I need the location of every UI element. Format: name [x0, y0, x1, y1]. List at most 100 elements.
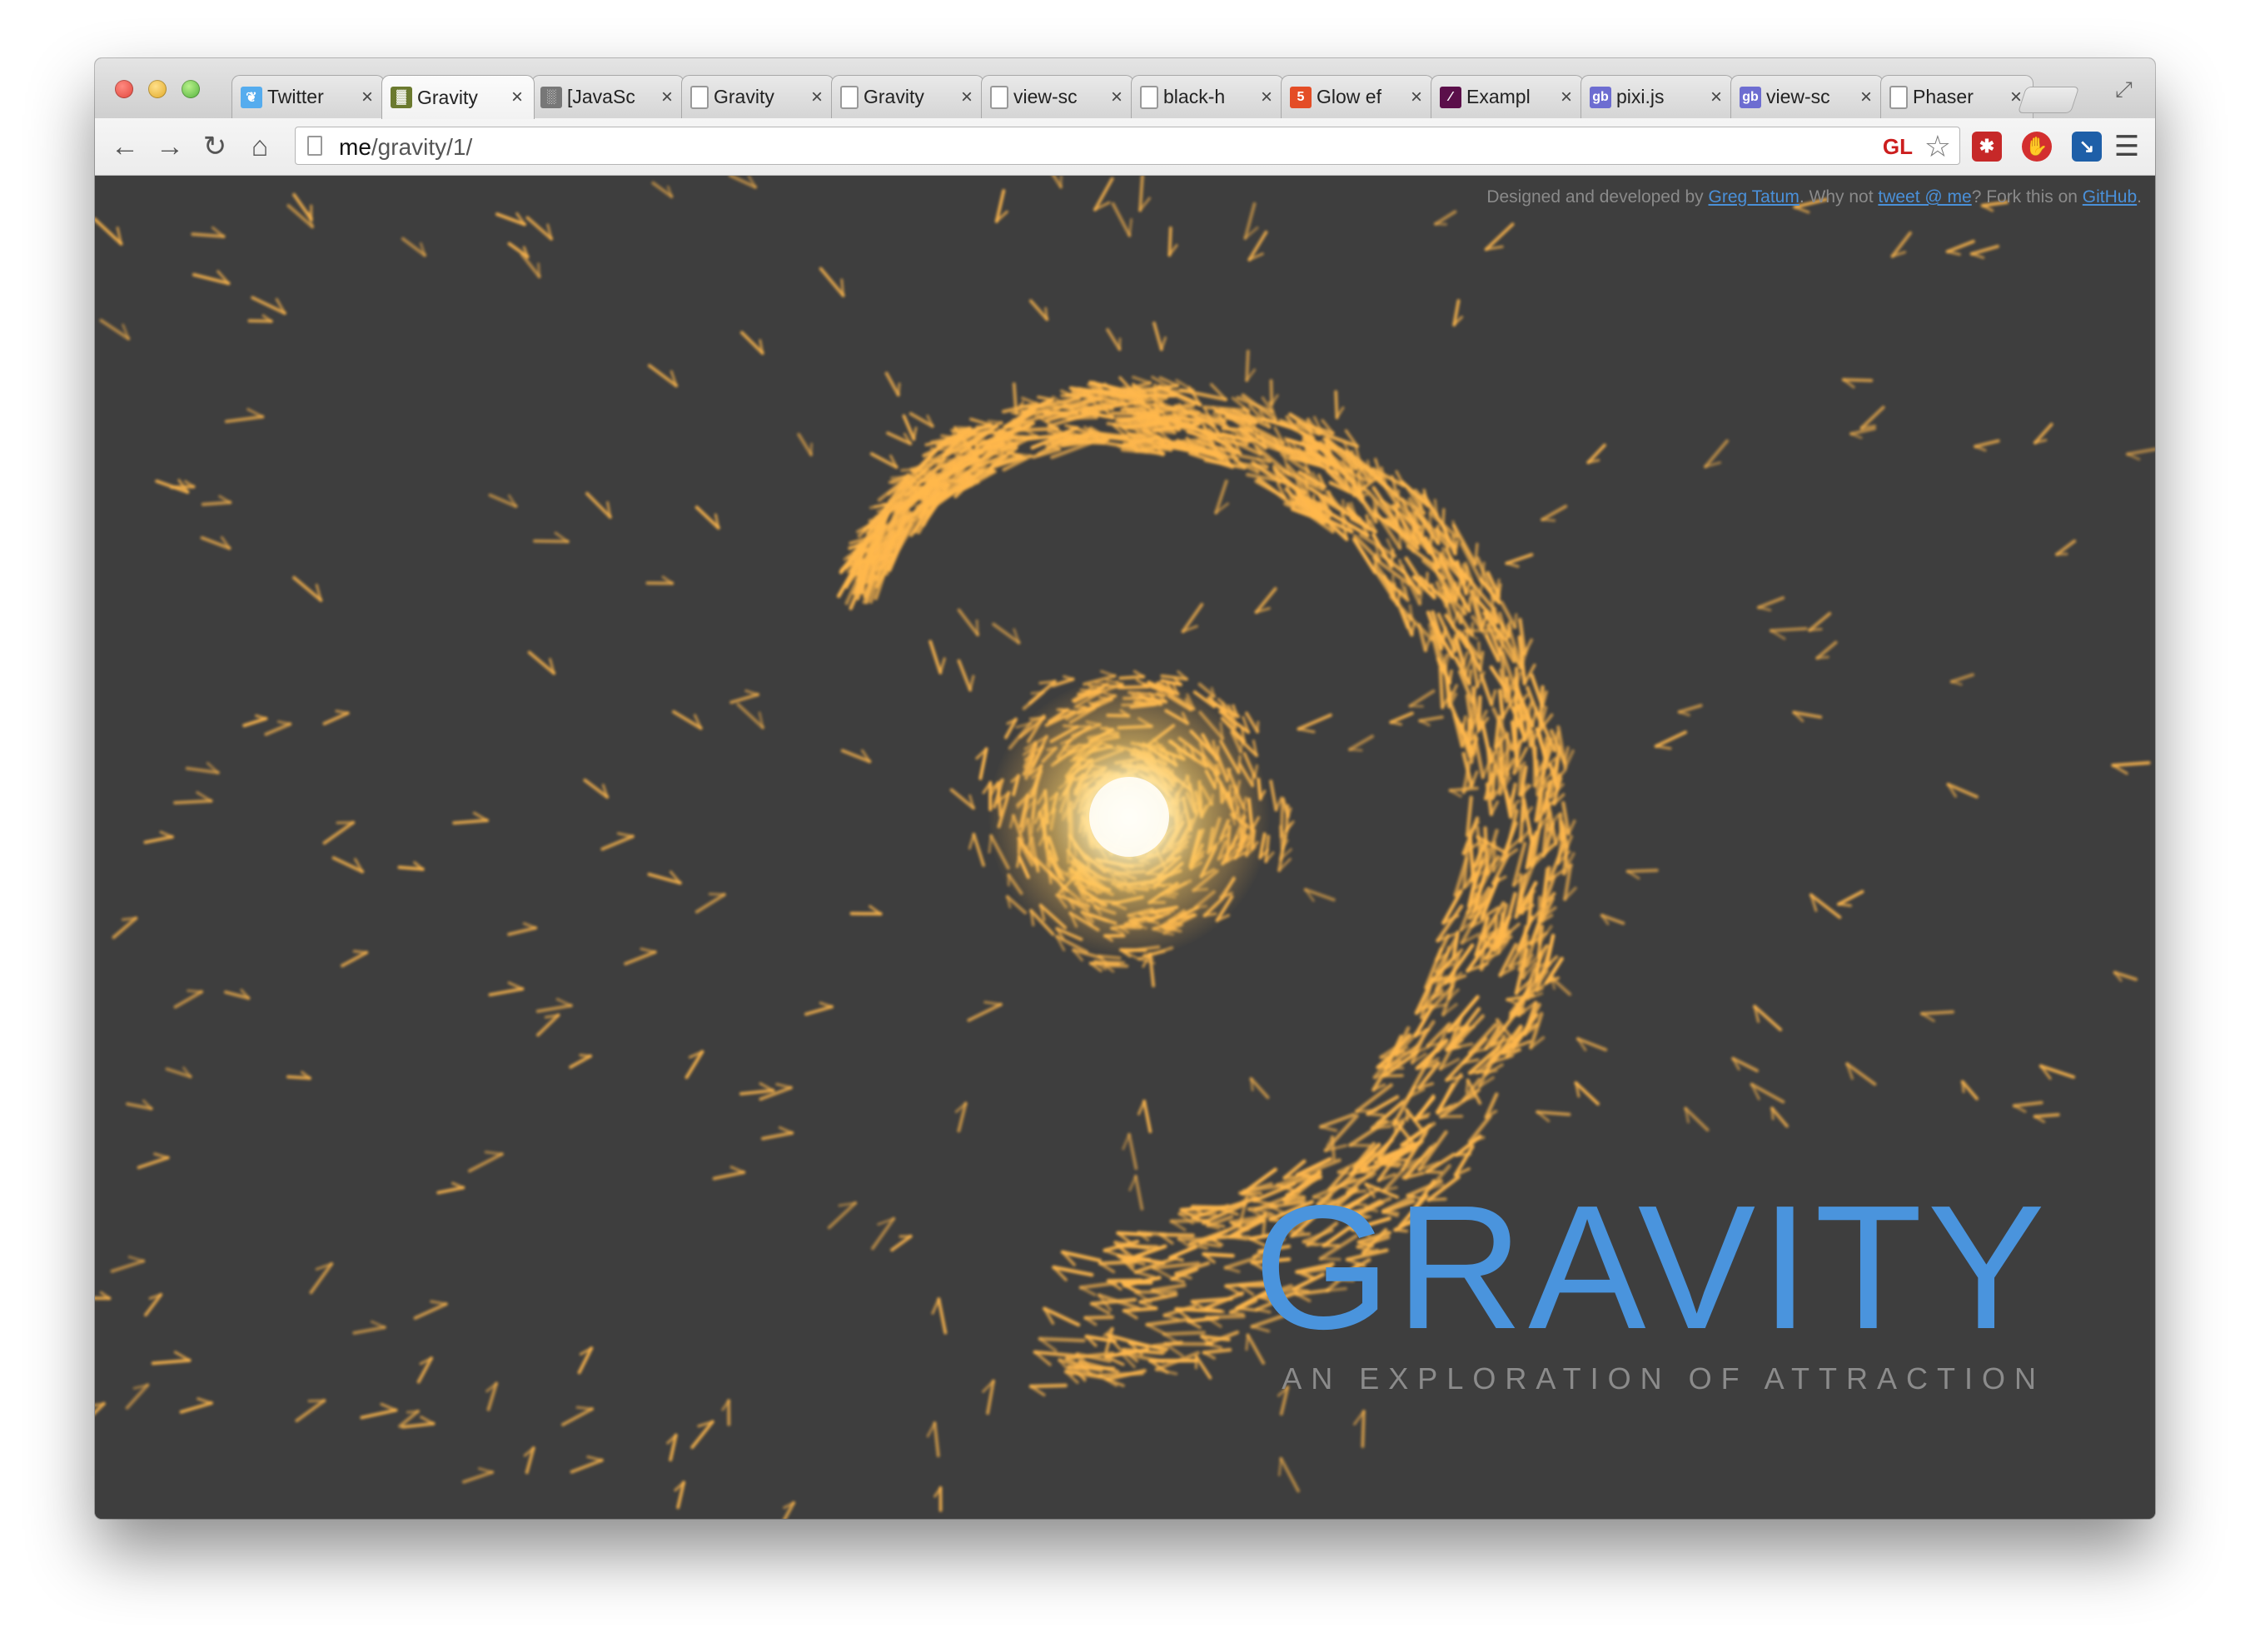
tab-11[interactable]: Phaser ×: [1880, 75, 2033, 118]
particle-tail: [1132, 376, 1152, 385]
particle-tail: [1467, 669, 1473, 685]
particle: [1434, 210, 1457, 226]
particle: [1060, 432, 1099, 439]
particle-tail: [1473, 542, 1479, 566]
address-bar[interactable]: me/gravity/1/ GL ☆: [295, 127, 1960, 165]
minimize-window-button[interactable]: [148, 80, 167, 98]
particle: [804, 1005, 834, 1016]
pixel-art-favicon-icon: ▓: [391, 87, 412, 108]
particle: [819, 266, 845, 297]
particle: [401, 1421, 436, 1429]
particle: [1150, 1283, 1187, 1292]
particle: [1279, 824, 1284, 851]
particle-tail: [1079, 1286, 1097, 1296]
new-tab-button[interactable]: [2017, 87, 2080, 113]
particle: [1133, 1174, 1144, 1211]
particle-tail: [941, 461, 963, 466]
extension-arrow-icon[interactable]: ↘: [2072, 132, 2102, 162]
particle: [1093, 959, 1125, 965]
particle-tail: [1099, 669, 1117, 678]
menu-hamburger-icon[interactable]: ☰: [2112, 132, 2142, 162]
credit-text: . Why not: [1799, 187, 1879, 206]
particle-tail: [1348, 1143, 1371, 1147]
particle: [1148, 388, 1195, 395]
particle-tail: [522, 922, 537, 930]
particle: [264, 722, 292, 736]
lastpass-extension-icon[interactable]: ✱: [1972, 132, 2002, 162]
tweet-link[interactable]: tweet @ me: [1878, 187, 1971, 206]
home-icon[interactable]: ⌂: [243, 130, 276, 163]
tab-9[interactable]: gb pixi.js ×: [1580, 75, 1734, 118]
tab-close-icon[interactable]: ×: [1558, 86, 1575, 109]
particle: [1116, 1231, 1153, 1237]
particle: [569, 1054, 593, 1069]
tab-0[interactable]: ❦ Twitter ×: [231, 75, 385, 118]
particle-tail: [1152, 1266, 1173, 1280]
credit-line: Designed and developed by Greg Tatum. Wh…: [1486, 187, 2142, 207]
tab-title: Gravity: [864, 86, 924, 107]
tab-8[interactable]: ∕ Exampl ×: [1431, 75, 1584, 118]
particle: [1122, 1306, 1158, 1313]
particle-tail: [819, 1001, 834, 1008]
particle: [967, 1003, 1003, 1023]
bookmark-star-icon[interactable]: ☆: [1924, 129, 1951, 164]
tab-7[interactable]: 5 Glow ef ×: [1281, 75, 1434, 118]
tab-close-icon[interactable]: ×: [958, 86, 975, 109]
fullscreen-icon[interactable]: ⤢: [2115, 77, 2140, 102]
particle: [1677, 704, 1703, 714]
particle: [452, 819, 489, 825]
particle-tail: [173, 1351, 192, 1362]
particle: [360, 1408, 398, 1420]
particle-tail: [1038, 679, 1057, 685]
particle-tail: [1793, 206, 1810, 214]
particle-tail: [335, 709, 350, 715]
particle-tail: [1448, 669, 1453, 684]
particle-tail: [1122, 1132, 1131, 1151]
particle-tail: [380, 1402, 398, 1412]
close-window-button[interactable]: [115, 80, 133, 98]
back-arrow-icon[interactable]: ←: [108, 130, 142, 163]
particle-tail: [121, 917, 137, 922]
reload-icon[interactable]: ↻: [198, 130, 231, 163]
particle-tail: [968, 674, 975, 692]
tab-close-icon[interactable]: ×: [809, 86, 825, 109]
tab-close-icon[interactable]: ×: [659, 86, 675, 109]
forward-arrow-icon[interactable]: →: [153, 130, 187, 163]
particle-tail: [1837, 903, 1852, 908]
url-path: /gravity/1/: [371, 134, 473, 160]
tab-2[interactable]: ░ [JavaSc ×: [531, 75, 684, 118]
zoom-window-button[interactable]: [182, 80, 200, 98]
tab-6[interactable]: black-h ×: [1131, 75, 1284, 118]
tab-1[interactable]: ▓ Gravity ×: [381, 75, 535, 119]
github-link[interactable]: GitHub: [2083, 187, 2137, 206]
particle-tail: [840, 278, 845, 297]
particle-tail: [775, 1082, 793, 1089]
particle-tail: [575, 1406, 594, 1411]
tab-5[interactable]: view-sc ×: [981, 75, 1134, 118]
particle: [761, 1131, 794, 1141]
tab-close-icon[interactable]: ×: [359, 86, 376, 109]
tab-close-icon[interactable]: ×: [1108, 86, 1125, 109]
particle: [2033, 1112, 2060, 1118]
particle: [1969, 244, 1999, 256]
page-icon: [840, 85, 859, 109]
tab-3[interactable]: Gravity ×: [681, 75, 834, 118]
adblock-hand-icon[interactable]: ✋: [2022, 132, 2052, 162]
tab-close-icon[interactable]: ×: [1708, 86, 1725, 109]
tab-10[interactable]: gb view-sc ×: [1730, 75, 1884, 118]
particle-tail: [729, 1165, 745, 1174]
tab-close-icon[interactable]: ×: [1408, 86, 1425, 109]
tab-close-icon[interactable]: ×: [509, 86, 525, 109]
tab-close-icon[interactable]: ×: [1858, 86, 1874, 109]
particle-tail: [640, 947, 657, 954]
author-link[interactable]: Greg Tatum: [1709, 187, 1800, 206]
gl-badge[interactable]: GL: [1883, 134, 1913, 160]
url-text[interactable]: me/gravity/1/: [339, 134, 472, 161]
particle: [1158, 1232, 1195, 1237]
particle: [1297, 713, 1332, 731]
tab-4[interactable]: Gravity ×: [831, 75, 984, 118]
particle: [1098, 1371, 1144, 1377]
particle: [1348, 1119, 1389, 1147]
particle: [797, 432, 813, 456]
tab-close-icon[interactable]: ×: [1258, 86, 1275, 109]
